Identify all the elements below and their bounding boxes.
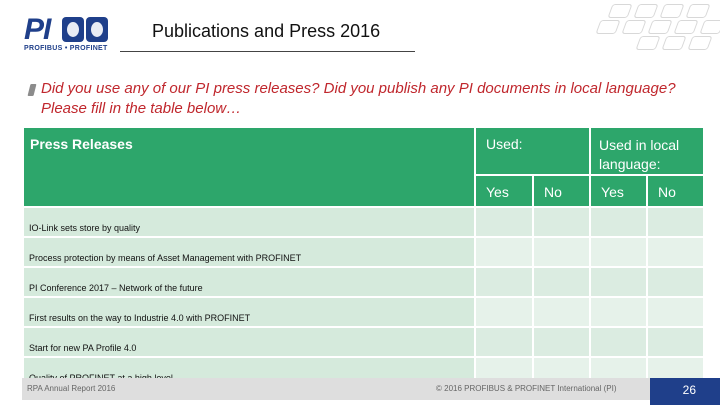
logo-subtext: PROFIBUS • PROFINET (24, 45, 108, 52)
cell-local-no[interactable] (646, 236, 706, 268)
page-number: 26 (682, 383, 696, 397)
cell-used-yes[interactable] (474, 326, 534, 358)
cell-local-yes[interactable] (589, 326, 649, 358)
page-title: Publications and Press 2016 (152, 21, 381, 41)
pi-logo: PI PROFIBUS • PROFINET (24, 14, 114, 52)
bullet-icon (27, 84, 37, 96)
row-label: First results on the way to Industrie 4.… (22, 296, 476, 328)
subheader-no: No (531, 174, 592, 208)
title-underline (120, 51, 415, 52)
footer-copyright: © 2016 PROFIBUS & PROFINET International… (436, 384, 617, 393)
cell-local-no[interactable] (646, 326, 706, 358)
column-header-used-local: Used in local language: (589, 126, 706, 176)
table-row: IO-Link sets store by quality (22, 206, 706, 238)
page-number-box: 26 (650, 378, 720, 405)
logo-square-icon (86, 17, 108, 42)
cell-used-no[interactable] (531, 206, 592, 238)
subheader-yes-local: Yes (589, 174, 649, 208)
table-row: Process protection by means of Asset Man… (22, 236, 706, 268)
footer-report-name: RPA Annual Report 2016 (27, 384, 116, 393)
row-label: IO-Link sets store by quality (22, 206, 476, 238)
subheader-no-local: No (646, 174, 706, 208)
table-header-row: Press Releases Used: Used in local langu… (22, 126, 706, 208)
column-header-press-releases: Press Releases (22, 126, 476, 208)
table-row: PI Conference 2017 – Network of the futu… (22, 266, 706, 298)
table-row: Start for new PA Profile 4.0 (22, 326, 706, 358)
cell-local-yes[interactable] (589, 206, 649, 238)
cell-local-yes[interactable] (589, 296, 649, 328)
cell-local-yes[interactable] (589, 266, 649, 298)
column-header-used: Used: (473, 126, 592, 176)
logo-text: PI (24, 13, 51, 46)
row-label: PI Conference 2017 – Network of the futu… (22, 266, 476, 298)
cell-used-no[interactable] (531, 326, 592, 358)
row-label: Process protection by means of Asset Man… (22, 236, 476, 268)
cell-used-yes[interactable] (474, 206, 534, 238)
table-row: First results on the way to Industrie 4.… (22, 296, 706, 328)
question-text: Did you use any of our PI press releases… (41, 80, 676, 117)
row-label: Start for new PA Profile 4.0 (22, 326, 476, 358)
cell-used-no[interactable] (531, 236, 592, 268)
cell-used-yes[interactable] (474, 266, 534, 298)
cell-local-no[interactable] (646, 206, 706, 238)
cell-used-no[interactable] (531, 266, 592, 298)
cell-local-yes[interactable] (589, 236, 649, 268)
cell-local-no[interactable] (646, 266, 706, 298)
cell-used-yes[interactable] (474, 236, 534, 268)
subheader-yes: Yes (474, 174, 534, 208)
press-releases-table: Press Releases Used: Used in local langu… (22, 126, 706, 388)
cell-local-no[interactable] (646, 296, 706, 328)
logo-square-icon (62, 17, 84, 42)
cell-used-no[interactable] (531, 296, 592, 328)
cell-used-yes[interactable] (474, 296, 534, 328)
decorative-pattern (590, 0, 720, 60)
